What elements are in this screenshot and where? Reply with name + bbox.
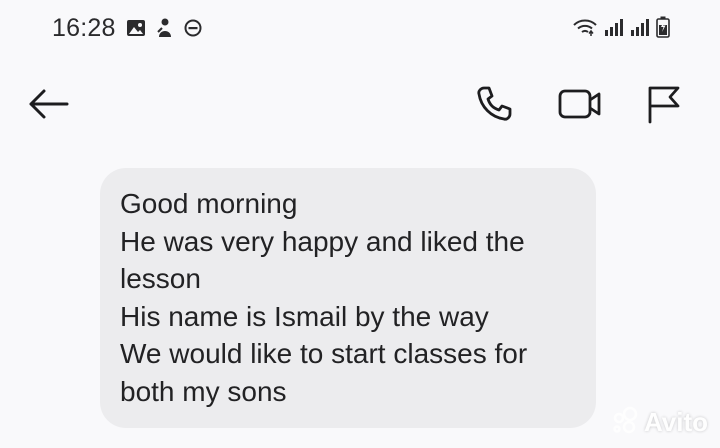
avito-watermark: Avito	[610, 405, 708, 440]
gallery-icon	[126, 19, 146, 42]
back-button[interactable]	[24, 84, 72, 128]
wifi-icon	[572, 17, 598, 42]
conversation-toolbar	[0, 70, 720, 140]
status-time: 16:28	[52, 14, 116, 42]
message-bubble[interactable]: Good morning He was very happy and liked…	[100, 168, 596, 428]
status-icons-left	[126, 18, 202, 43]
video-call-button[interactable]	[556, 84, 604, 128]
phone-icon	[474, 84, 514, 129]
person-icon	[156, 18, 174, 43]
back-arrow-icon	[27, 88, 69, 125]
battery-icon	[656, 16, 670, 43]
video-camera-icon	[557, 86, 603, 127]
avito-logo-icon	[610, 405, 640, 440]
message-line: We would like to start classes for	[120, 338, 528, 370]
message-line: His name is Ismail by the way	[120, 300, 489, 332]
status-bar: 16:28	[0, 0, 720, 56]
message-line: Good morning	[120, 188, 298, 219]
signal-icon	[604, 17, 624, 42]
message-line: He was very happy and liked the	[120, 225, 525, 257]
do-not-disturb-icon	[184, 19, 202, 42]
message-line: both my sons	[120, 375, 287, 407]
report-button[interactable]	[640, 84, 688, 128]
signal-icon	[630, 17, 650, 42]
message-line: lesson	[120, 263, 201, 295]
status-icons-right	[572, 16, 670, 43]
call-button[interactable]	[470, 84, 518, 128]
avito-watermark-text: Avito	[643, 407, 708, 437]
flag-icon	[646, 84, 682, 129]
